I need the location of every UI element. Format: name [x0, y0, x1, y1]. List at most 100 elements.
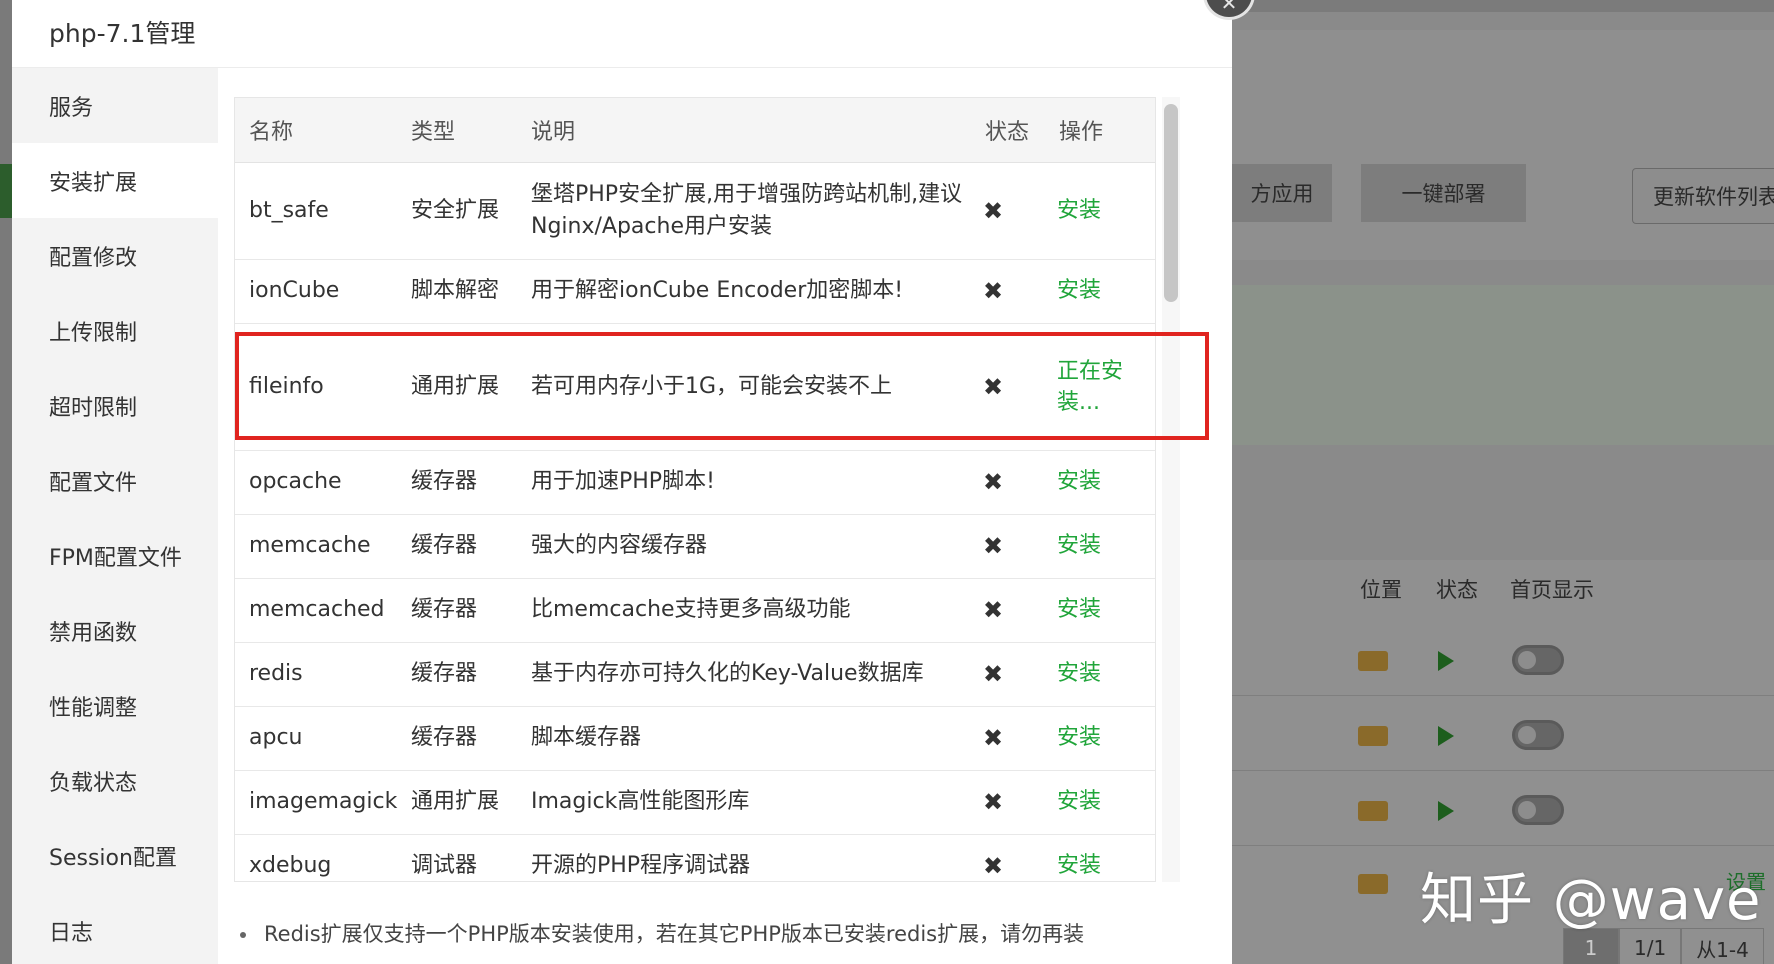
ext-description: 脚本缓存器	[517, 706, 971, 771]
x-mark-icon: ✖	[971, 514, 1045, 579]
watermark: 知乎 @wave	[1420, 868, 1762, 933]
x-mark-icon: ✖	[971, 578, 1045, 643]
install-link[interactable]: 安装	[1045, 642, 1155, 707]
ext-type: 调试器	[397, 834, 517, 881]
table-row: bt_safe 安全扩展 堡塔PHP安全扩展,用于增强防跨站机制,建议Nginx…	[235, 162, 1155, 260]
x-mark-icon: ✖	[971, 706, 1045, 771]
col-description: 说明	[517, 98, 971, 163]
col-status: 状态	[971, 98, 1045, 163]
background-left-strip	[0, 0, 12, 964]
ext-name: imagemagick	[235, 770, 397, 835]
play-icon[interactable]	[1438, 651, 1454, 671]
folder-icon[interactable]	[1358, 801, 1388, 821]
install-link[interactable]: 安装	[1045, 162, 1155, 260]
bg-col-status: 状态	[1436, 578, 1478, 602]
x-mark-icon: ✖	[971, 642, 1045, 707]
modal-title: php-7.1管理	[49, 19, 196, 48]
homepage-toggle[interactable]	[1512, 720, 1564, 750]
sidebar-item-upload-limit[interactable]: 上传限制	[12, 293, 218, 368]
ext-name: redis	[235, 642, 397, 707]
install-link[interactable]: 安装	[1045, 514, 1155, 579]
sidebar-item-performance-tuning[interactable]: 性能调整	[12, 668, 218, 743]
modal-sidebar: 服务 安装扩展 配置修改 上传限制 超时限制 配置文件 FPM配置文件 禁用函数…	[12, 68, 218, 964]
ext-type: 脚本解密	[397, 259, 517, 324]
ext-type: 通用扩展	[397, 770, 517, 835]
ext-type: 缓存器	[397, 514, 517, 579]
sidebar-item-config-file[interactable]: 配置文件	[12, 443, 218, 518]
x-mark-icon: ✖	[971, 259, 1045, 324]
ext-type: 缓存器	[397, 578, 517, 643]
table-row: ionCube 脚本解密 用于解密ionCube Encoder加密脚本! ✖ …	[235, 259, 1155, 324]
close-icon: ✕	[1220, 0, 1238, 15]
install-link[interactable]: 安装	[1045, 834, 1155, 881]
homepage-toggle[interactable]	[1512, 645, 1564, 675]
install-link[interactable]: 安装	[1045, 770, 1155, 835]
table-row: redis 缓存器 基于内存亦可持久化的Key-Value数据库 ✖ 安装	[235, 642, 1155, 707]
table-row: imagemagick 通用扩展 Imagick高性能图形库 ✖ 安装	[235, 770, 1155, 835]
ext-name: memcache	[235, 514, 397, 579]
col-type: 类型	[397, 98, 517, 163]
ext-description: 开源的PHP程序调试器	[517, 834, 971, 881]
bg-col-homepage-display: 首页显示	[1510, 578, 1594, 602]
x-mark-icon: ✖	[971, 770, 1045, 835]
redis-note: Redis扩展仅支持一个PHP版本安装使用，若在其它PHP版本已安装redis扩…	[240, 918, 1084, 948]
table-scrollbar-thumb[interactable]	[1164, 104, 1178, 302]
sidebar-item-config-edit[interactable]: 配置修改	[12, 218, 218, 293]
ext-name: memcached	[235, 578, 397, 643]
sidebar-item-disabled-functions[interactable]: 禁用函数	[12, 593, 218, 668]
install-link[interactable]: 安装	[1045, 259, 1155, 324]
bullet-icon	[240, 932, 246, 938]
col-name: 名称	[235, 98, 397, 163]
ext-name: opcache	[235, 450, 397, 515]
ext-name: bt_safe	[235, 162, 397, 260]
table-header-row: 名称 类型 说明 状态 操作	[235, 98, 1155, 163]
ext-description: Imagick高性能图形库	[517, 770, 971, 835]
extensions-table: 名称 类型 说明 状态 操作 bt_safe 安全扩展 堡塔PHP安全扩展,用于…	[235, 98, 1155, 881]
extensions-table-container: 名称 类型 说明 状态 操作 bt_safe 安全扩展 堡塔PHP安全扩展,用于…	[234, 97, 1156, 882]
table-row: memcache 缓存器 强大的内容缓存器 ✖ 安装	[235, 514, 1155, 579]
highlight-box	[235, 332, 1209, 440]
ext-name: xdebug	[235, 834, 397, 881]
col-action: 操作	[1045, 98, 1155, 163]
modal-header: php-7.1管理	[12, 0, 1232, 68]
ext-type: 缓存器	[397, 642, 517, 707]
sidebar-item-load-status[interactable]: 负载状态	[12, 743, 218, 818]
table-row: xdebug 调试器 开源的PHP程序调试器 ✖ 安装	[235, 834, 1155, 881]
ext-type: 安全扩展	[397, 162, 517, 260]
install-link[interactable]: 安装	[1045, 578, 1155, 643]
x-mark-icon: ✖	[971, 450, 1045, 515]
play-icon[interactable]	[1438, 726, 1454, 746]
sidebar-item-timeout-limit[interactable]: 超时限制	[12, 368, 218, 443]
ext-name: ionCube	[235, 259, 397, 324]
ext-description: 基于内存亦可持久化的Key-Value数据库	[517, 642, 971, 707]
sidebar-item-log[interactable]: 日志	[12, 893, 218, 964]
folder-icon[interactable]	[1358, 726, 1388, 746]
ext-description: 堡塔PHP安全扩展,用于增强防跨站机制,建议Nginx/Apache用户安装	[517, 162, 971, 260]
ext-name: apcu	[235, 706, 397, 771]
sidebar-item-fpm-config-file[interactable]: FPM配置文件	[12, 518, 218, 593]
ext-type: 缓存器	[397, 706, 517, 771]
sidebar-item-session-config[interactable]: Session配置	[12, 818, 218, 893]
bg-col-location: 位置	[1360, 578, 1402, 602]
ext-description: 用于加速PHP脚本!	[517, 450, 971, 515]
folder-icon[interactable]	[1358, 874, 1388, 894]
table-row: memcached 缓存器 比memcache支持更多高级功能 ✖ 安装	[235, 578, 1155, 643]
sidebar-item-service[interactable]: 服务	[12, 68, 218, 143]
bg-third-party-apps-button[interactable]: 方应用	[1232, 164, 1332, 222]
x-mark-icon: ✖	[971, 162, 1045, 260]
ext-type: 缓存器	[397, 450, 517, 515]
bg-update-software-list-button[interactable]: 更新软件列表	[1632, 168, 1774, 224]
homepage-toggle[interactable]	[1512, 795, 1564, 825]
install-link[interactable]: 安装	[1045, 706, 1155, 771]
redis-note-text: Redis扩展仅支持一个PHP版本安装使用，若在其它PHP版本已安装redis扩…	[264, 922, 1085, 946]
sidebar-item-install-extensions[interactable]: 安装扩展	[12, 143, 218, 218]
ext-description: 强大的内容缓存器	[517, 514, 971, 579]
ext-description: 用于解密ionCube Encoder加密脚本!	[517, 259, 971, 324]
install-link[interactable]: 安装	[1045, 450, 1155, 515]
bg-one-click-deploy-button[interactable]: 一键部署	[1361, 164, 1526, 222]
play-icon[interactable]	[1438, 801, 1454, 821]
ext-description: 比memcache支持更多高级功能	[517, 578, 971, 643]
folder-icon[interactable]	[1358, 651, 1388, 671]
table-row: apcu 缓存器 脚本缓存器 ✖ 安装	[235, 706, 1155, 771]
table-row: opcache 缓存器 用于加速PHP脚本! ✖ 安装	[235, 450, 1155, 515]
